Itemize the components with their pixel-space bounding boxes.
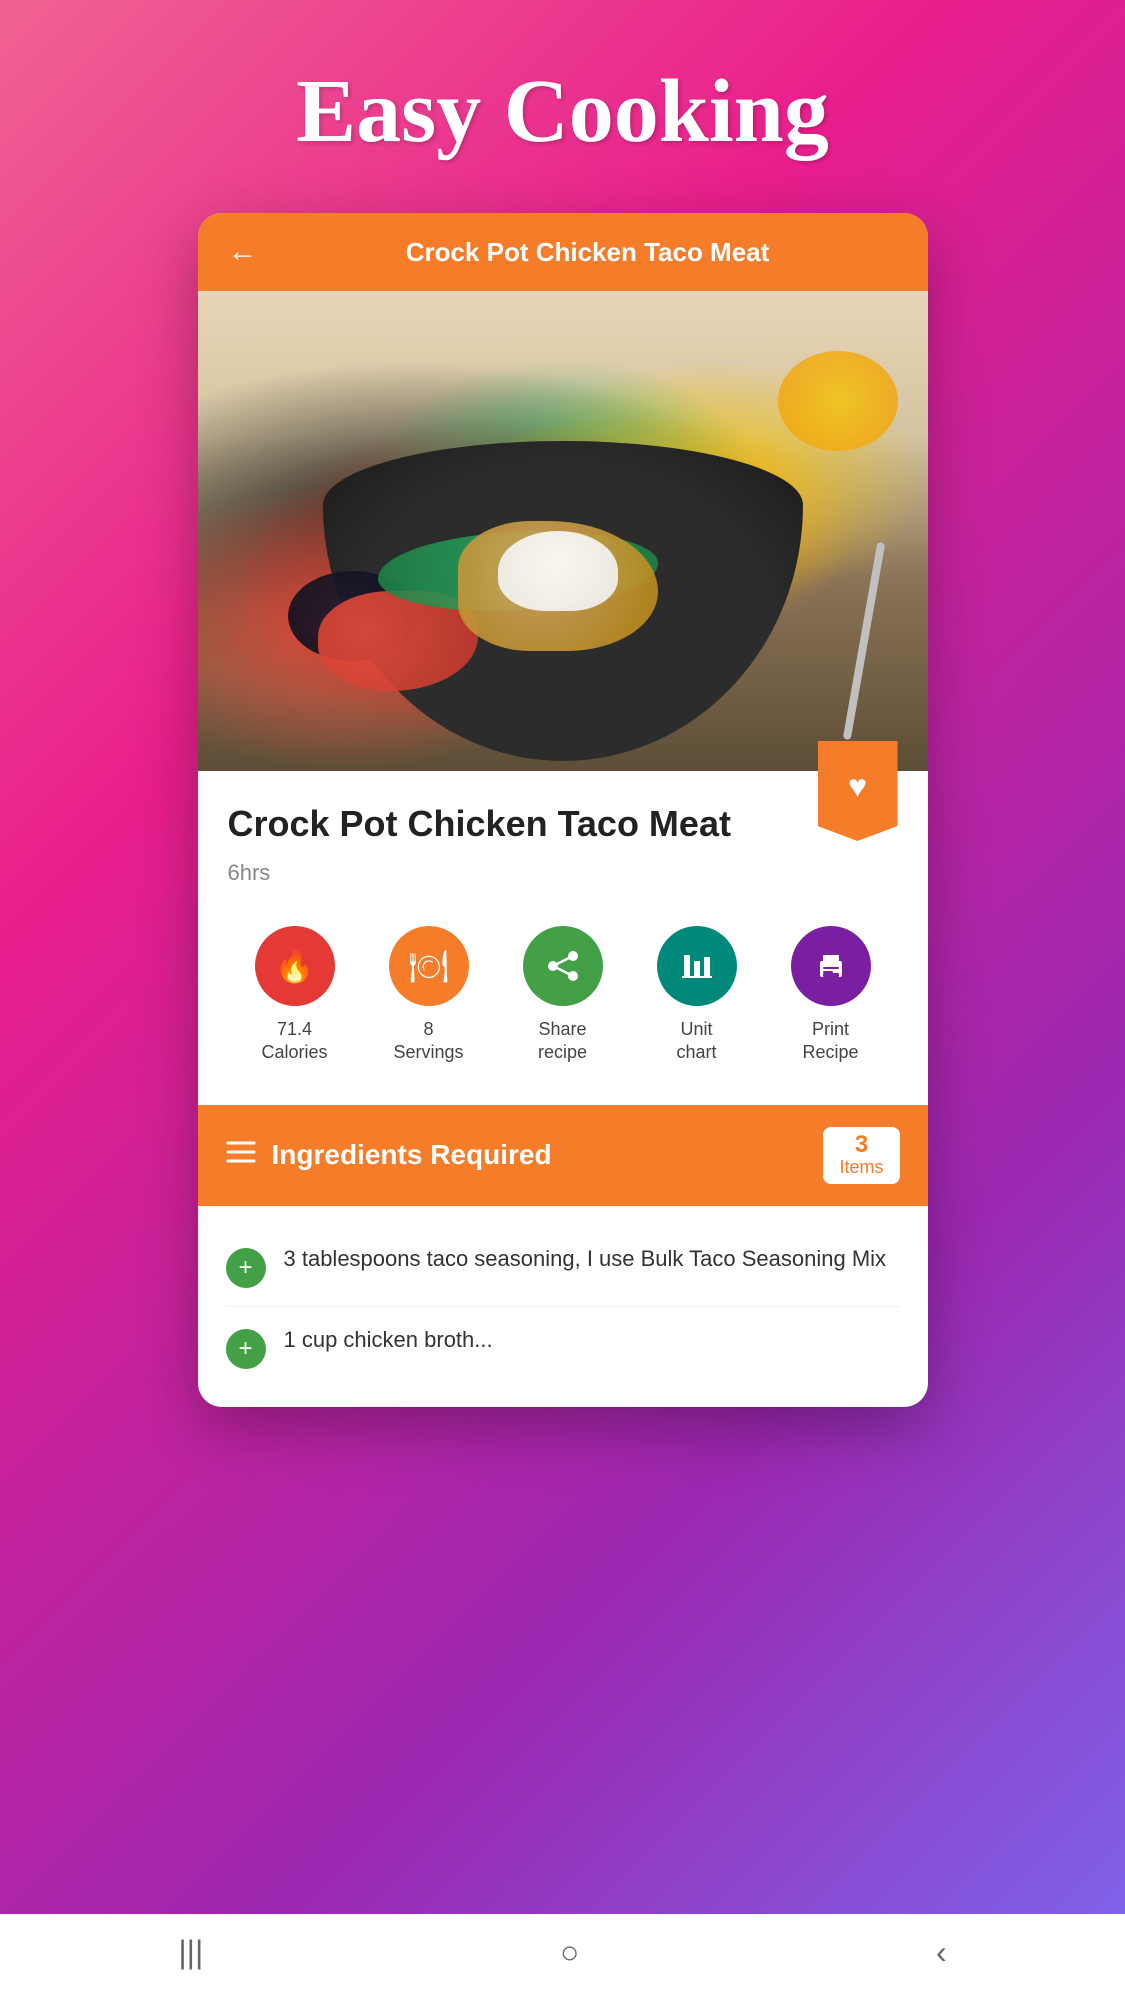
share-label: Sharerecipe xyxy=(538,1018,587,1065)
ingredient-text: 3 tablespoons taco seasoning, I use Bulk… xyxy=(284,1244,887,1275)
add-ingredient-button[interactable]: + xyxy=(226,1248,266,1288)
calories-action[interactable]: 🔥 71.4Calories xyxy=(255,926,335,1065)
bookmark-button[interactable]: ♥ xyxy=(818,741,898,841)
count-number: 3 xyxy=(855,1133,868,1157)
count-label: Items xyxy=(839,1157,883,1178)
ingredients-count: 3 Items xyxy=(823,1127,899,1184)
add-ingredient-button[interactable]: + xyxy=(226,1329,266,1369)
action-row: 🔥 71.4Calories 🍽 8Servings xyxy=(228,916,898,1085)
recipe-title: Crock Pot Chicken Taco Meat xyxy=(228,801,778,848)
nav-home[interactable]: ○ xyxy=(560,1934,579,1971)
share-action[interactable]: Sharerecipe xyxy=(523,926,603,1065)
ingredient-text: 1 cup chicken broth... xyxy=(284,1325,493,1356)
unit-circle xyxy=(657,926,737,1006)
print-action[interactable]: PrintRecipe xyxy=(791,926,871,1065)
bottom-nav: ||| ○ ‹ xyxy=(0,1914,1125,2001)
print-icon xyxy=(812,947,850,985)
servings-label: 8Servings xyxy=(393,1018,463,1065)
heart-icon: ♥ xyxy=(848,768,867,805)
list-icon xyxy=(226,1138,256,1173)
fire-icon: 🔥 xyxy=(275,947,315,985)
nav-back[interactable]: ‹ xyxy=(936,1934,947,1971)
dish-icon: 🍽 xyxy=(408,947,449,985)
servings-action[interactable]: 🍽 8Servings xyxy=(389,926,469,1065)
recipe-image xyxy=(198,291,928,771)
ingredient-item: + 3 tablespoons taco seasoning, I use Bu… xyxy=(226,1226,900,1307)
share-circle xyxy=(523,926,603,1006)
ingredient-list: + 3 tablespoons taco seasoning, I use Bu… xyxy=(198,1206,928,1407)
app-card: ← Crock Pot Chicken Taco Meat ♥ Crock Po… xyxy=(198,213,928,1407)
chart-icon xyxy=(678,947,716,985)
calories-label: 71.4Calories xyxy=(261,1018,327,1065)
share-icon xyxy=(544,947,582,985)
print-circle xyxy=(791,926,871,1006)
unit-chart-action[interactable]: Unitchart xyxy=(657,926,737,1065)
ingredient-item: + 1 cup chicken broth... xyxy=(226,1307,900,1387)
recipe-info: ♥ Crock Pot Chicken Taco Meat 6hrs 🔥 71.… xyxy=(198,771,928,1105)
back-button[interactable]: ← xyxy=(228,235,258,269)
calories-circle: 🔥 xyxy=(255,926,335,1006)
page-title: Easy Cooking xyxy=(296,60,829,163)
servings-circle: 🍽 xyxy=(389,926,469,1006)
ingredients-title: Ingredients Required xyxy=(272,1139,824,1171)
app-header: ← Crock Pot Chicken Taco Meat xyxy=(198,213,928,291)
ingredients-header: Ingredients Required 3 Items xyxy=(198,1105,928,1206)
unit-label: Unitchart xyxy=(676,1018,716,1065)
print-label: PrintRecipe xyxy=(802,1018,858,1065)
header-title: Crock Pot Chicken Taco Meat xyxy=(278,237,898,268)
recipe-time: 6hrs xyxy=(228,860,898,886)
nav-recent-apps[interactable]: ||| xyxy=(178,1934,203,1971)
